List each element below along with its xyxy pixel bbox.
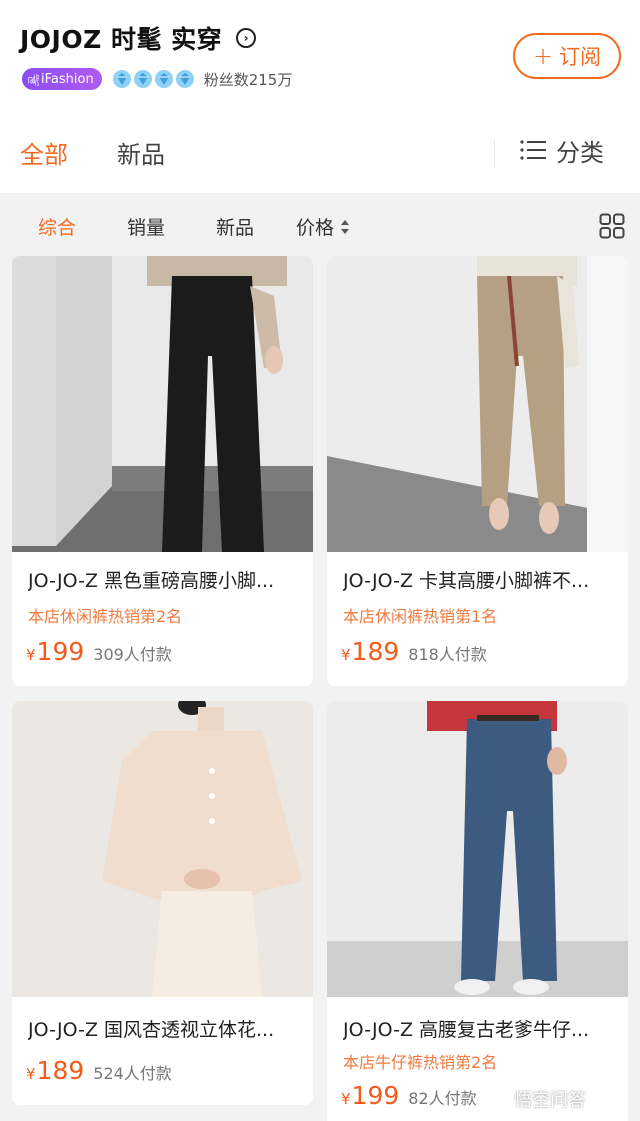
product-rank: 本店休闲裤热销第1名 [343,607,498,626]
product-price: 199 [351,1081,400,1110]
chevron-right-circle-icon[interactable]: › [236,28,257,48]
product-rank: 本店休闲裤热销第2名 [28,607,183,626]
list-menu-icon [520,140,546,160]
diamond-icon [154,69,174,89]
product-price: 199 [36,637,85,666]
currency-symbol: ¥ [341,1090,351,1108]
plus-icon: + [532,42,554,70]
paid-count: 309人付款 [93,645,172,664]
product-card[interactable]: JO-JO-Z 国风杏透视立体花... ¥ 189 524人付款 [12,701,313,1105]
product-price: 189 [351,637,400,666]
price-row: ¥ 189 818人付款 [341,637,487,666]
paid-count: 818人付款 [408,645,487,664]
tab-all[interactable]: 全部 [20,135,68,170]
tabs-bar: 全部 新品 分类 [0,115,640,193]
sort-updown-icon [341,219,350,234]
category-button[interactable]: 分类 [520,133,604,167]
shopping-bag-icon: ㎯ [28,73,39,86]
diamond-rating [112,69,196,89]
product-image-apricot-blouse[interactable] [12,701,313,997]
paid-count: 82人付款 [408,1089,477,1108]
product-card[interactable]: JO-JO-Z 黑色重磅高腰小脚... 本店休闲裤热销第2名 ¥ 199 309… [12,256,313,686]
currency-symbol: ¥ [26,1065,36,1083]
grid-view-icon[interactable] [599,213,625,239]
product-card[interactable]: JO-JO-Z 高腰复古老爹牛仔... 本店牛仔裤热销第2名 ¥ 199 82人… [327,701,628,1121]
product-title[interactable]: JO-JO-Z 高腰复古老爹牛仔... [343,1015,618,1042]
price-row: ¥ 189 524人付款 [26,1056,172,1085]
currency-symbol: ¥ [26,646,36,664]
diamond-icon [112,69,132,89]
price-row: ¥ 199 82人付款 [341,1081,477,1110]
watermark-label: 悟空问答 [514,1090,586,1111]
store-name[interactable]: JOJOZ 时髦 实穿 [20,20,222,56]
sort-bar: 综合 销量 新品 价格 [0,193,640,255]
sort-new[interactable]: 新品 [216,213,254,240]
currency-symbol: ¥ [341,646,351,664]
product-rank: 本店牛仔裤热销第2名 [343,1053,498,1072]
product-title[interactable]: JO-JO-Z 国风杏透视立体花... [28,1015,303,1042]
ifashion-badge-label: iFashion [41,71,94,87]
diamond-icon [175,69,195,89]
product-card[interactable]: JO-JO-Z 卡其高腰小脚裤不... 本店休闲裤热销第1名 ¥ 189 818… [327,256,628,686]
diamond-icon [133,69,153,89]
store-meta-row: ㎯ iFashion 粉丝数215万 [22,67,292,91]
paid-count: 524人付款 [93,1064,172,1083]
product-image-black-trousers[interactable] [12,256,313,552]
fans-count: 粉丝数215万 [203,70,293,89]
price-row: ¥ 199 309人付款 [26,637,172,666]
tab-new[interactable]: 新品 [117,135,165,170]
sort-price[interactable]: 价格 [296,213,350,240]
chat-bubble-icon [483,1088,507,1110]
category-label: 分类 [556,138,604,167]
product-price: 189 [36,1056,85,1085]
store-name-row[interactable]: JOJOZ 时髦 实穿 › [20,20,257,56]
subscribe-label: 订阅 [559,45,602,69]
sort-price-label: 价格 [296,217,335,239]
sort-composite[interactable]: 综合 [38,213,76,240]
sort-sales[interactable]: 销量 [127,213,165,240]
product-title[interactable]: JO-JO-Z 黑色重磅高腰小脚... [28,566,303,593]
ifashion-badge[interactable]: ㎯ iFashion [22,68,102,90]
product-image-khaki-trousers[interactable] [327,256,628,552]
watermark: 悟空问答 [482,1084,586,1114]
tabs-divider [494,139,495,167]
product-title[interactable]: JO-JO-Z 卡其高腰小脚裤不... [343,566,618,593]
subscribe-button[interactable]: + 订阅 [513,33,621,79]
store-header: JOJOZ 时髦 实穿 › ㎯ iFashion 粉丝数215万 + 订阅 [0,0,640,115]
product-image-dad-jeans[interactable] [327,701,628,997]
